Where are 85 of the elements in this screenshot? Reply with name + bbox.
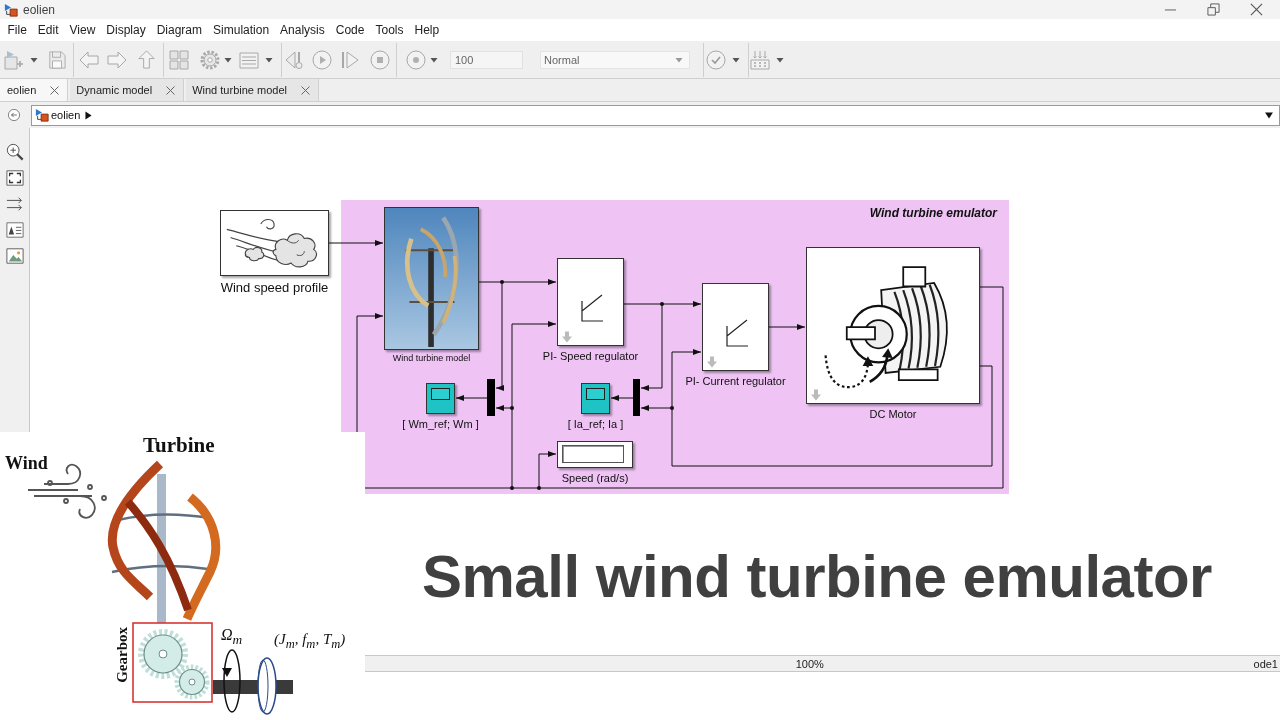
flywheel-disc: [257, 657, 277, 715]
junction-dot: [660, 302, 664, 306]
image-icon[interactable]: [5, 247, 24, 265]
play-icon[interactable]: [312, 49, 332, 70]
junction-dot: [500, 280, 504, 284]
arrows-icon[interactable]: [5, 195, 24, 213]
tab[interactable]: Wind turbine model: [186, 79, 319, 101]
model-icon: [35, 108, 49, 122]
close-icon[interactable]: [166, 85, 176, 95]
block-label: [ Ia_ref; Ia ]: [567, 418, 624, 431]
step-forward-icon[interactable]: [340, 49, 360, 70]
block-label: Speed (rad/s): [561, 472, 629, 485]
ramp-icon: [725, 318, 749, 348]
close-icon[interactable]: [1250, 3, 1263, 16]
headline-title: Small wind turbine emulator: [422, 542, 1212, 612]
menu-item[interactable]: Display: [100, 23, 152, 37]
up-arrow-icon[interactable]: [137, 50, 156, 69]
tab[interactable]: Dynamic model: [70, 79, 185, 101]
wind-label: Wind: [5, 453, 48, 473]
step-back-icon[interactable]: [284, 49, 304, 70]
menu-item[interactable]: Simulation: [207, 23, 275, 37]
fit-view-icon[interactable]: [5, 169, 24, 187]
scope-block: [426, 383, 455, 414]
block-label: [ Wm_ref; Wm ]: [402, 418, 479, 431]
check-icon[interactable]: [706, 49, 726, 70]
solver-name: ode1: [1253, 657, 1279, 670]
ramp-icon: [580, 293, 604, 323]
back-arrow-icon[interactable]: [79, 49, 99, 70]
model-icon: [4, 2, 18, 17]
restore-icon[interactable]: [1207, 3, 1220, 16]
junction-dot: [510, 406, 514, 410]
save-icon[interactable]: [48, 50, 66, 69]
panel-icon[interactable]: [239, 49, 259, 70]
breadcrumb-item[interactable]: eolien: [51, 109, 81, 121]
caret-icon[interactable]: [224, 55, 232, 64]
text-annotation-icon[interactable]: [5, 221, 24, 239]
turbine-label: Turbine: [143, 434, 215, 457]
close-icon[interactable]: [300, 85, 310, 95]
display-field: [562, 445, 624, 463]
stop-icon[interactable]: [370, 49, 390, 70]
speed-symbol: Ω$_{m}$: [221, 626, 243, 650]
gearbox-label: Gearbox: [114, 627, 130, 683]
block-label: DC Motor: [869, 408, 917, 421]
window-title: eolien: [23, 2, 56, 17]
caret-icon[interactable]: [430, 55, 438, 64]
mux-bar: [487, 379, 495, 416]
menu-item[interactable]: Help: [408, 23, 445, 37]
menu-item[interactable]: Analysis: [274, 23, 331, 37]
zoom-in-icon[interactable]: [5, 143, 24, 161]
down-arrow-icon: [811, 389, 821, 401]
close-icon[interactable]: [50, 85, 60, 95]
block-label: Wind speed profile: [220, 280, 329, 295]
dropdown-caret-icon[interactable]: [1264, 111, 1274, 119]
caret-icon[interactable]: [265, 55, 273, 64]
gear-icon: [174, 664, 210, 700]
caret-icon[interactable]: [30, 55, 38, 64]
block-label: Wind turbine model: [392, 353, 471, 363]
tab[interactable]: eolien: [0, 79, 69, 101]
junction-dot: [537, 486, 541, 490]
junction-dot: [670, 406, 674, 410]
stop-time-field[interactable]: 100: [450, 50, 523, 69]
caret-icon[interactable]: [776, 55, 784, 64]
scope-block: [581, 383, 610, 414]
block-label: PI- Speed regulator: [542, 350, 639, 363]
block-label: PI- Current regulator: [685, 375, 786, 388]
menu-item[interactable]: Edit: [32, 23, 65, 37]
simulation-mode-dropdown[interactable]: Normal: [540, 50, 690, 69]
menu-item[interactable]: File: [2, 23, 33, 37]
junction-dot: [510, 486, 514, 490]
menu-item[interactable]: Code: [330, 23, 370, 37]
signal-line: [328, 240, 384, 246]
forward-arrow-icon[interactable]: [107, 49, 127, 70]
caret-icon: [675, 55, 683, 64]
caret-icon[interactable]: [732, 55, 740, 64]
gear-icon: [138, 629, 188, 679]
menu-item[interactable]: Diagram: [151, 23, 208, 37]
menu-item[interactable]: Tools: [369, 23, 409, 37]
history-back-icon[interactable]: [7, 108, 21, 122]
caret-right-icon[interactable]: [85, 110, 93, 120]
subsystem-title: Wind turbine emulator: [869, 206, 997, 220]
mux-bar: [633, 379, 640, 416]
down-arrow-icon: [562, 331, 572, 343]
inertia-parameters: (J$_{m}$, f$_{m}$, T$_{m}$): [274, 630, 346, 653]
down-arrow-icon: [707, 356, 717, 368]
menu-item[interactable]: View: [64, 23, 101, 37]
